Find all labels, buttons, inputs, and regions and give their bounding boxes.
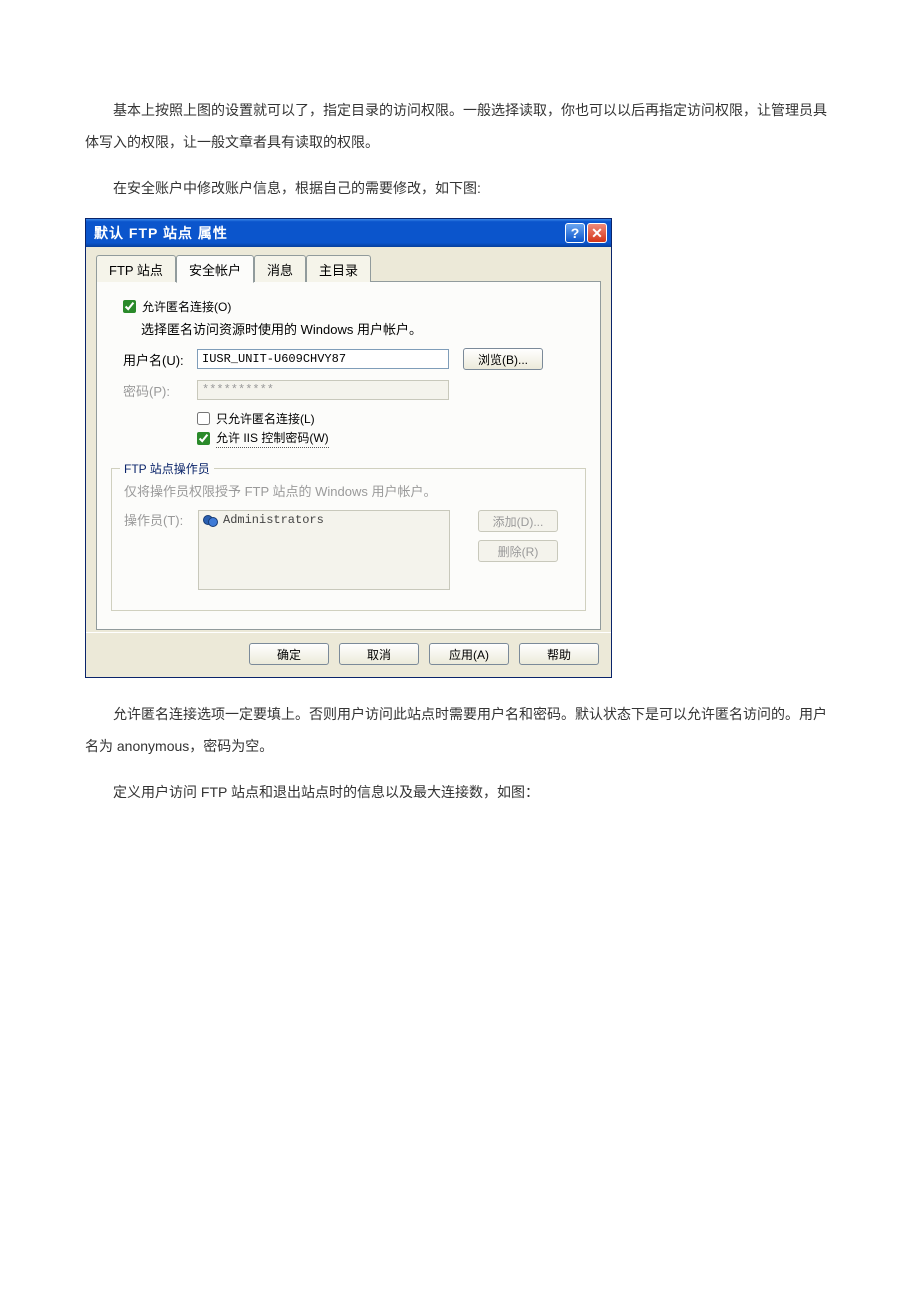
apply-button[interactable]: 应用(A) [429, 643, 509, 665]
tab-home-directory[interactable]: 主目录 [306, 255, 371, 282]
allow-anonymous-label: 允许匿名连接(O) [142, 298, 231, 315]
help-button[interactable]: 帮助 [519, 643, 599, 665]
ok-button[interactable]: 确定 [249, 643, 329, 665]
tab-messages[interactable]: 消息 [254, 255, 306, 282]
operators-label: 操作员(T): [124, 510, 198, 529]
operators-group-title: FTP 站点操作员 [120, 460, 214, 477]
only-anonymous-checkbox[interactable] [197, 412, 210, 425]
iis-control-password-label: 允许 IIS 控制密码(W) [216, 429, 329, 448]
para4-ftp: FTP [201, 784, 227, 800]
para3-anonymous: anonymous [117, 738, 189, 754]
tab-ftp-site[interactable]: FTP 站点 [96, 255, 176, 282]
paragraph-3: 允许匿名连接选项一定要填上。否则用户访问此站点时需要用户名和密码。默认状态下是可… [85, 698, 835, 762]
users-group-icon [203, 513, 219, 527]
username-label: 用户名(U): [123, 350, 197, 369]
para4-part-c: 站点和退出站点时的信息以及最大连接数，如图： [227, 784, 539, 800]
tab-security-account[interactable]: 安全帐户 [176, 255, 254, 283]
paragraph-2: 在安全账户中修改账户信息，根据自己的需要修改，如下图: [85, 172, 835, 204]
iis-control-password-checkbox[interactable] [197, 432, 210, 445]
list-item[interactable]: Administrators [203, 513, 445, 527]
operators-listbox[interactable]: Administrators [198, 510, 450, 590]
username-input[interactable] [197, 349, 449, 369]
paragraph-4: 定义用户访问 FTP 站点和退出站点时的信息以及最大连接数，如图： [85, 776, 835, 808]
operators-group: FTP 站点操作员 仅将操作员权限授予 FTP 站点的 Windows 用户帐户… [111, 468, 586, 611]
password-input [197, 380, 449, 400]
tab-strip: FTP 站点 安全帐户 消息 主目录 [96, 255, 601, 282]
anonymous-group: 允许匿名连接(O) 选择匿名访问资源时使用的 Windows 用户帐户。 用户名… [111, 298, 586, 460]
operators-item-label: Administrators [223, 513, 324, 527]
close-icon[interactable]: ✕ [587, 223, 607, 243]
remove-operator-button: 删除(R) [478, 540, 558, 562]
help-icon[interactable]: ? [565, 223, 585, 243]
only-anonymous-label: 只允许匿名连接(L) [216, 410, 315, 427]
add-operator-button: 添加(D)... [478, 510, 558, 532]
para3-part-c: ，密码为空。 [189, 738, 273, 754]
para4-part-a: 定义用户访问 [113, 784, 201, 800]
dialog-titlebar[interactable]: 默认 FTP 站点 属性 ? ✕ [86, 219, 611, 247]
tab-panel-security: 允许匿名连接(O) 选择匿名访问资源时使用的 Windows 用户帐户。 用户名… [96, 281, 601, 630]
dialog-title: 默认 FTP 站点 属性 [94, 223, 563, 243]
password-label: 密码(P): [123, 381, 197, 400]
ftp-properties-dialog: 默认 FTP 站点 属性 ? ✕ FTP 站点 安全帐户 消息 主目录 允许匿名… [85, 218, 612, 678]
dialog-footer: 确定 取消 应用(A) 帮助 [86, 632, 611, 677]
anonymous-hint: 选择匿名访问资源时使用的 Windows 用户帐户。 [141, 319, 574, 338]
cancel-button[interactable]: 取消 [339, 643, 419, 665]
allow-anonymous-checkbox[interactable] [123, 300, 136, 313]
operators-hint: 仅将操作员权限授予 FTP 站点的 Windows 用户帐户。 [124, 481, 573, 500]
browse-button[interactable]: 浏览(B)... [463, 348, 543, 370]
paragraph-1: 基本上按照上图的设置就可以了，指定目录的访问权限。一般选择读取，你也可以以后再指… [85, 94, 835, 158]
